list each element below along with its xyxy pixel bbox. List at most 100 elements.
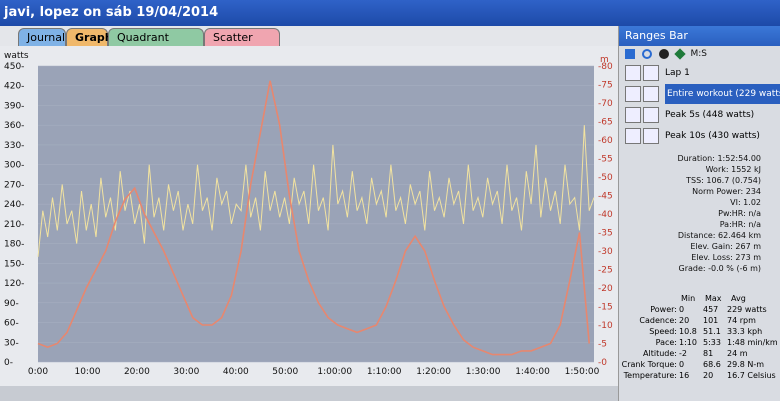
row-value: 0 xyxy=(679,360,685,369)
row-value: 229 watts xyxy=(727,305,767,314)
y-right-tick-label: -10 xyxy=(598,321,613,331)
stat-tss: TSS: 106.7 (0.754) xyxy=(686,176,761,185)
tab-scatter-graph[interactable]: Scatter Graph xyxy=(204,28,280,62)
row-label: Temperature: xyxy=(623,371,677,380)
stat-elev-loss: Elev. Loss: 273 m xyxy=(691,253,761,262)
range-label: Lap 1 xyxy=(665,68,690,78)
row-value: 457 xyxy=(703,305,719,314)
image-icon[interactable] xyxy=(625,48,635,59)
heart-icon[interactable] xyxy=(658,48,669,59)
window-title: javi, lopez on sáb 19/04/2014 xyxy=(0,0,780,26)
row-value: 33.3 kph xyxy=(727,327,763,336)
x-tick-label: 1:00:00 xyxy=(317,367,352,377)
y-right-tick-label: -70 xyxy=(598,99,613,109)
table-row: Power: 0 457 229 watts xyxy=(619,305,780,316)
y-left-tick-label: 150- xyxy=(4,259,24,269)
y-right-tick-label: -0 xyxy=(598,358,607,368)
gem-icon[interactable] xyxy=(673,47,686,60)
y-left-tick-label: 360- xyxy=(4,121,24,131)
row-label: Altitude: xyxy=(643,349,677,358)
plot-background xyxy=(38,66,594,362)
y-left-tick-label: 270- xyxy=(4,180,24,190)
y-right-tick-label: -65 xyxy=(598,118,613,128)
left-axis-label: watts xyxy=(4,51,29,61)
y-right-tick-label: -55 xyxy=(598,155,613,165)
y-left-tick-label: 330- xyxy=(4,141,24,151)
x-tick-label: 1:40:00 xyxy=(515,367,550,377)
stat-work: Work: 1552 kJ xyxy=(705,165,761,174)
range-check-b[interactable] xyxy=(643,65,659,81)
y-right-tick-label: -80 xyxy=(598,62,613,72)
y-right-tick-label: -40 xyxy=(598,210,613,220)
x-tick-label: 1:20:00 xyxy=(416,367,451,377)
ranges-toolbar: M:S xyxy=(619,46,780,62)
table-row: Speed: 10.8 51.1 33.3 kph xyxy=(619,327,780,338)
row-value: 1:10 xyxy=(679,338,697,347)
x-tick-label: 20:00 xyxy=(124,367,150,377)
y-left-tick-label: 60- xyxy=(4,319,19,329)
tab-strip: |◀ Journal Graph Quadrant Analysis Scatt… xyxy=(0,26,618,65)
stat-elev-gain: Elev. Gain: 267 m xyxy=(690,242,761,251)
table-row: Temperature: 16 20 16.7 Celsius xyxy=(619,371,780,382)
header-min: Min xyxy=(681,294,696,303)
range-check-b[interactable] xyxy=(643,128,659,144)
row-label: Pace: xyxy=(655,338,677,347)
range-label: Entire workout (229 watts) xyxy=(665,84,780,104)
y-right-tick-label: -45 xyxy=(598,192,613,202)
row-value: 68.6 xyxy=(703,360,721,369)
range-item-peak-5s[interactable]: Peak 5s (448 watts) xyxy=(625,105,773,125)
y-right-tick-label: -50 xyxy=(598,173,613,183)
bottom-bar xyxy=(0,386,618,401)
tab-graph[interactable]: Graph xyxy=(66,28,113,46)
range-check-b[interactable] xyxy=(643,86,659,102)
y-left-tick-label: 210- xyxy=(4,220,24,230)
row-value: 74 rpm xyxy=(727,316,756,325)
x-tick-label: 1:10:00 xyxy=(367,367,402,377)
y-left-tick-label: 450- xyxy=(4,62,24,72)
x-tick-label: 50:00 xyxy=(272,367,298,377)
y-right-tick-label: -75 xyxy=(598,81,613,91)
ranges-bar-panel: Ranges Bar M:S Lap 1 Entire workout (229… xyxy=(618,26,780,401)
range-item-lap1[interactable]: Lap 1 xyxy=(625,63,773,83)
stat-grade: Grade: -0.0 % (-6 m) xyxy=(678,264,761,273)
y-left-tick-label: 30- xyxy=(4,338,19,348)
range-check-a[interactable] xyxy=(625,86,641,102)
stat-vi: VI: 1.02 xyxy=(730,198,761,207)
tab-quadrant-analysis[interactable]: Quadrant Analysis xyxy=(108,28,204,62)
minmaxavg-table: Min Max Avg Power: 0 457 229 watts Cadence: 2… xyxy=(619,294,780,382)
range-check-a[interactable] xyxy=(625,128,641,144)
header-max: Max xyxy=(705,294,722,303)
range-check-a[interactable] xyxy=(625,65,641,81)
tab-journal[interactable]: Journal xyxy=(18,28,66,46)
range-label: Peak 5s (448 watts) xyxy=(665,110,755,120)
range-check-b[interactable] xyxy=(643,107,659,123)
row-value: 1:48 min/km xyxy=(727,338,778,347)
row-value: 16 xyxy=(679,371,690,380)
stat-norm-power: Norm Power: 234 xyxy=(692,187,761,196)
row-value: 81 xyxy=(703,349,714,358)
range-label: Peak 10s (430 watts) xyxy=(665,131,760,141)
time-format-label[interactable]: M:S xyxy=(691,49,708,59)
y-left-tick-label: 0- xyxy=(4,358,13,368)
y-right-tick-label: -5 xyxy=(598,340,607,350)
y-left-tick-label: 390- xyxy=(4,101,24,111)
range-item-entire-workout[interactable]: Entire workout (229 watts) xyxy=(625,84,780,104)
x-tick-label: 1:30:00 xyxy=(466,367,501,377)
x-tick-label: 0:00 xyxy=(28,367,48,377)
row-value: 29.8 N-m xyxy=(727,360,765,369)
row-value: 20 xyxy=(703,371,714,380)
table-row: Crank Torque: 0 68.6 29.8 N-m xyxy=(619,360,780,371)
y-left-tick-label: 240- xyxy=(4,200,24,210)
table-row: Altitude: -2 81 24 m xyxy=(619,349,780,360)
range-check-a[interactable] xyxy=(625,107,641,123)
y-right-tick-label: -60 xyxy=(598,136,613,146)
row-value: -2 xyxy=(679,349,687,358)
power-altitude-chart[interactable]: watts m 450-420-390-360-330-300-270-240-… xyxy=(0,46,618,386)
y-right-tick-label: -15 xyxy=(598,303,613,313)
y-left-tick-label: 420- xyxy=(4,82,24,92)
range-item-peak-10s[interactable]: Peak 10s (430 watts) xyxy=(625,126,773,146)
refresh-icon[interactable] xyxy=(641,48,652,59)
y-left-tick-label: 300- xyxy=(4,161,24,171)
x-ticks: 0:00 10:00 20:00 30:00 40:00 50:00 1:00:00 1:10… xyxy=(28,367,600,377)
y-left-tick-label: 180- xyxy=(4,240,24,250)
